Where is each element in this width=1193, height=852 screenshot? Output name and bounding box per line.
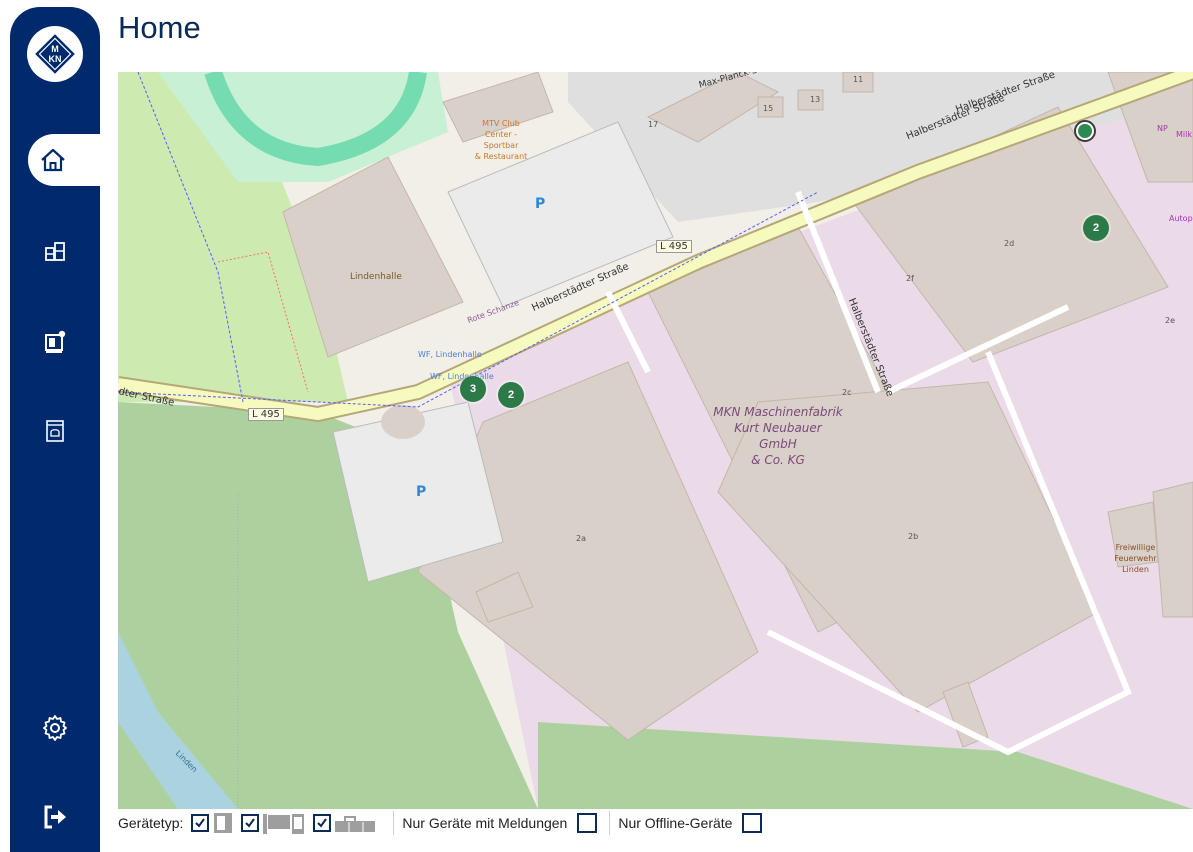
only-messages-label: Nur Geräte mit Meldungen xyxy=(402,815,568,831)
mkn-logo[interactable]: M KN xyxy=(27,26,83,82)
device-notification-icon xyxy=(45,330,66,353)
map-view[interactable]: Halberstädter Straße Halberstädter Straß… xyxy=(118,72,1193,809)
kettle-icon xyxy=(335,814,377,832)
device-cluster-marker[interactable]: 3 xyxy=(460,376,486,402)
cluster-count: 2 xyxy=(1092,222,1100,234)
sidebar-item-device-messages[interactable] xyxy=(10,315,100,367)
sidebar: M KN xyxy=(10,7,100,852)
device-type-cookingline-checkbox[interactable] xyxy=(241,814,260,832)
page-title: Home xyxy=(118,10,201,45)
device-type-kettle-checkbox[interactable] xyxy=(313,814,332,832)
gear-icon xyxy=(43,715,67,741)
combi-steamer-icon xyxy=(213,812,233,834)
checkmark-icon xyxy=(317,818,328,828)
device-status-dot xyxy=(1078,124,1092,138)
sidebar-item-settings[interactable] xyxy=(10,702,100,754)
home-icon xyxy=(41,148,65,172)
checkmark-icon xyxy=(195,818,206,828)
cooking-line-icon xyxy=(263,812,305,834)
device-cluster-marker[interactable]: 2 xyxy=(1083,215,1109,241)
cluster-count: 2 xyxy=(507,389,515,401)
device-type-combi-checkbox[interactable] xyxy=(191,814,210,832)
only-offline-checkbox[interactable] xyxy=(742,813,763,833)
sidebar-item-cookbook[interactable] xyxy=(10,405,100,457)
device-cluster-marker[interactable]: 2 xyxy=(498,382,524,408)
only-offline-label: Nur Offline-Geräte xyxy=(618,815,733,831)
svg-text:M: M xyxy=(51,44,59,54)
device-type-label: Gerätetyp: xyxy=(118,815,184,831)
cluster-count: 3 xyxy=(469,383,477,395)
filter-divider xyxy=(609,811,611,835)
logout-icon xyxy=(44,805,66,829)
sidebar-item-home[interactable] xyxy=(28,134,100,186)
svg-text:KN: KN xyxy=(49,54,62,64)
checkmark-icon xyxy=(245,818,256,828)
sidebar-item-devices[interactable] xyxy=(10,225,100,277)
cookbook-icon xyxy=(46,420,64,442)
filter-divider xyxy=(393,811,395,835)
map-tiles xyxy=(118,72,1193,809)
sidebar-item-logout[interactable] xyxy=(10,791,100,843)
devices-icon xyxy=(45,242,65,261)
device-filter-bar: Gerätetyp: Nur Geräte mit Meldungen Nur … xyxy=(118,810,1193,836)
only-messages-checkbox[interactable] xyxy=(577,813,598,833)
device-location-marker[interactable] xyxy=(1074,120,1096,142)
